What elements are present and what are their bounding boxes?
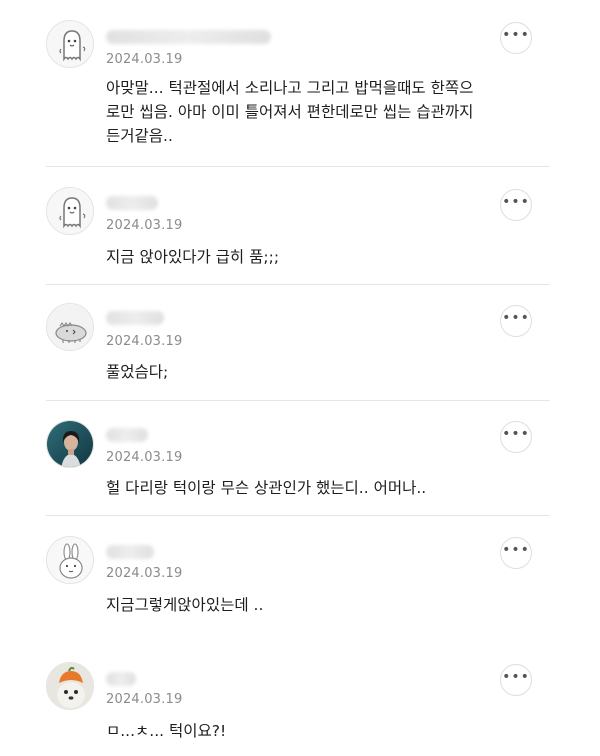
more-options-button[interactable]: ••• [500, 537, 532, 569]
comment-date: 2024.03.19 [106, 692, 183, 707]
username-blurred[interactable] [106, 311, 164, 325]
comment-text: 아맞말... 턱관절에서 소리나고 그리고 밥먹을때도 한쪽으 로만 씹음. 아… [106, 79, 474, 145]
divider [46, 166, 550, 167]
more-icon: ••• [502, 27, 530, 43]
comment-date: 2024.03.19 [106, 218, 183, 233]
more-options-button[interactable]: ••• [500, 22, 532, 54]
more-options-button[interactable]: ••• [500, 305, 532, 337]
comment-text: 풀었슴다; [106, 363, 169, 381]
username-blurred[interactable] [106, 196, 158, 210]
more-icon: ••• [502, 426, 530, 442]
ghost-character-icon [47, 21, 93, 67]
more-icon: ••• [502, 310, 530, 326]
more-options-button[interactable]: ••• [500, 421, 532, 453]
dinosaur-character-icon [47, 304, 93, 350]
username-blurred[interactable] [106, 672, 136, 686]
dog-with-hat-photo-icon [47, 663, 93, 709]
more-icon: ••• [502, 669, 530, 685]
comment-date: 2024.03.19 [106, 52, 183, 67]
avatar[interactable] [46, 420, 94, 468]
username-blurred[interactable] [106, 30, 271, 44]
avatar[interactable] [46, 20, 94, 68]
avatar[interactable] [46, 662, 94, 710]
comment-text: 헐 다리랑 턱이랑 무슨 상관인가 했는디.. 어머나.. [106, 479, 427, 497]
divider [46, 515, 550, 516]
rabbit-character-icon [47, 537, 93, 583]
comment-text: 지금 앉아있다가 급히 품;;; [106, 248, 280, 266]
divider [46, 284, 550, 285]
more-icon: ••• [502, 194, 530, 210]
avatar[interactable] [46, 187, 94, 235]
more-icon: ••• [502, 542, 530, 558]
comment-text: ㅁ...ㅊ... 턱이요?! [106, 722, 227, 740]
divider [46, 400, 550, 401]
username-blurred[interactable] [106, 428, 148, 442]
comment-text: 지금그렇게앉아있는데 .. [106, 596, 264, 614]
username-blurred[interactable] [106, 545, 154, 559]
ghost-character-icon [47, 188, 93, 234]
more-options-button[interactable]: ••• [500, 664, 532, 696]
comment-date: 2024.03.19 [106, 334, 183, 349]
avatar[interactable] [46, 536, 94, 584]
profile-photo-icon [47, 421, 93, 467]
comment-date: 2024.03.19 [106, 566, 183, 581]
comment-date: 2024.03.19 [106, 450, 183, 465]
more-options-button[interactable]: ••• [500, 189, 532, 221]
avatar[interactable] [46, 303, 94, 351]
